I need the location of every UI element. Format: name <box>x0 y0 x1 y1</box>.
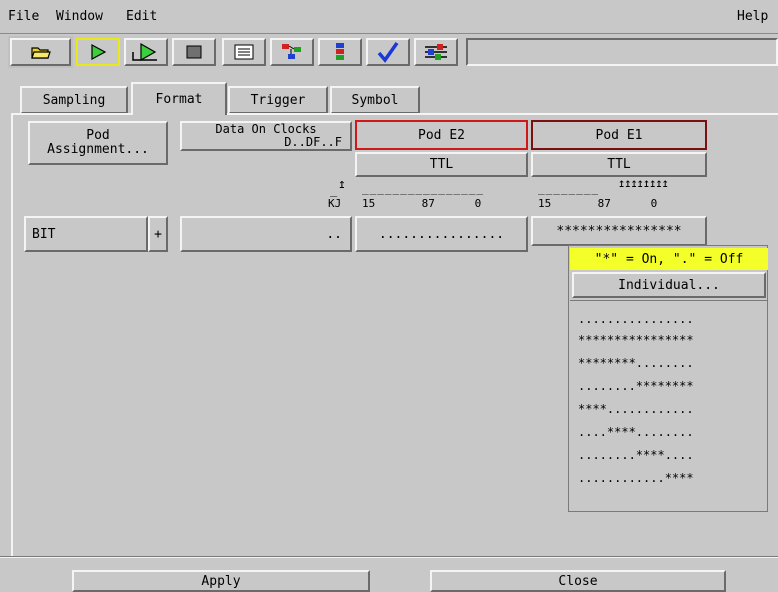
bottom-separator <box>0 556 778 558</box>
stop-button[interactable] <box>172 38 216 66</box>
clock-bit-labels: KJ <box>328 197 342 210</box>
open-folder-icon <box>30 47 51 59</box>
pattern-item[interactable]: ****............ <box>578 398 748 420</box>
e2-bit-numbers: 15 87 0 <box>362 197 482 210</box>
run-button[interactable] <box>76 38 120 66</box>
tab-trigger[interactable]: Trigger <box>228 86 328 114</box>
e2-bit-dashes: ________________ <box>362 182 484 195</box>
check-button[interactable] <box>366 38 410 66</box>
pattern-item[interactable]: ........******** <box>578 375 748 397</box>
pod-assignment-button[interactable]: Pod Assignment... <box>28 121 168 165</box>
pattern-item[interactable]: ....****........ <box>578 421 748 443</box>
system-icon <box>336 43 344 60</box>
threshold-e1-button[interactable]: TTL <box>531 152 707 177</box>
tab-symbol[interactable]: Symbol <box>330 86 420 114</box>
open-button[interactable] <box>10 38 71 66</box>
clock-assignment-field[interactable]: .. <box>180 216 352 252</box>
label-add-button[interactable]: + <box>148 216 168 252</box>
overview-icon <box>282 44 301 59</box>
pod-e2-bit-assignment[interactable]: ................ <box>355 216 528 252</box>
threshold-e2-button[interactable]: TTL <box>355 152 528 177</box>
run-repetitive-icon <box>132 42 157 62</box>
pattern-item[interactable]: ........****.... <box>578 444 748 466</box>
pod-e1-button[interactable]: Pod E1 <box>531 120 707 150</box>
check-icon <box>377 41 399 63</box>
pattern-item[interactable]: ............**** <box>578 467 748 489</box>
pattern-item[interactable]: **************** <box>578 329 748 351</box>
listing-icon <box>234 44 254 60</box>
e1-bit-dashes: ________ <box>538 182 599 195</box>
individual-button[interactable]: Individual... <box>572 272 766 298</box>
tab-sampling[interactable]: Sampling <box>20 86 128 114</box>
setup-button[interactable] <box>414 38 458 66</box>
menu-edit[interactable]: Edit <box>126 9 157 24</box>
menu-help[interactable]: Help <box>737 9 768 24</box>
listing-button[interactable] <box>222 38 266 66</box>
overview-button[interactable] <box>270 38 314 66</box>
menu-window[interactable]: Window <box>56 9 103 24</box>
pod-e1-bit-assignment[interactable]: **************** <box>531 216 707 246</box>
e1-bit-arrows: ↥↥↥↥↥↥↥↥ <box>618 176 669 190</box>
e1-bit-numbers: 15 87 0 <box>538 197 658 210</box>
menu-bar: File Window Edit Help <box>0 0 778 34</box>
pod-e2-button[interactable]: Pod E2 <box>355 120 528 150</box>
clock-bit-arrow: ↥ <box>338 177 346 192</box>
bit-legend: "*" = On, "." = Off <box>570 248 768 270</box>
apply-button[interactable]: Apply <box>72 570 370 592</box>
pattern-item[interactable]: ................ <box>578 308 748 330</box>
pattern-item[interactable]: ********........ <box>578 352 748 374</box>
setup-icon <box>425 44 447 60</box>
run-repetitive-button[interactable] <box>124 38 168 66</box>
stop-icon <box>186 45 202 59</box>
system-button[interactable] <box>318 38 362 66</box>
run-icon <box>91 43 107 61</box>
menu-file[interactable]: File <box>8 9 39 24</box>
clock-underscore: _ <box>330 183 337 197</box>
data-on-clocks-button[interactable]: Data On Clocks D..DF..F <box>180 121 352 151</box>
tab-format[interactable]: Format <box>131 82 227 115</box>
popup-divider <box>570 300 768 301</box>
close-button[interactable]: Close <box>430 570 726 592</box>
toolbar-text-field[interactable] <box>466 38 778 66</box>
label-name-field[interactable]: BIT <box>24 216 148 252</box>
